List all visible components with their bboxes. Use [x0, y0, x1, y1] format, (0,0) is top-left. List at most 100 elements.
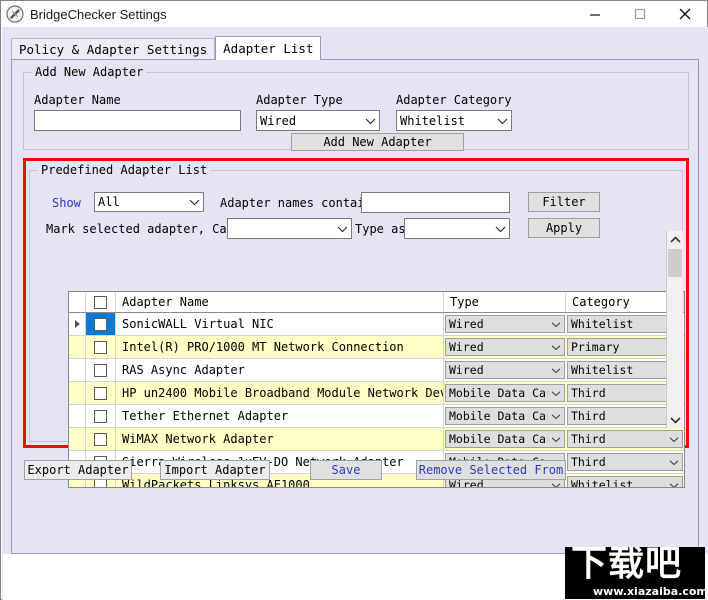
remove-selected-from-button[interactable]: Remove Selected From	[416, 460, 566, 480]
adapter-type-value: Wired	[260, 113, 297, 128]
row-indicator-cell	[69, 382, 86, 404]
add-new-adapter-button[interactable]: Add New Adapter	[291, 133, 464, 151]
import-adapter-button[interactable]: Import Adapter	[160, 460, 270, 480]
bridge-icon	[6, 5, 24, 23]
tab-strip: Policy & Adapter Settings Adapter List	[11, 36, 322, 60]
maximize-button[interactable]	[617, 1, 662, 27]
watermark: 下载吧 www.xiazaiba.com	[565, 547, 705, 599]
cell-type-select-value: Mobile Data Card	[449, 409, 548, 423]
minimize-button[interactable]	[572, 1, 617, 27]
row-checkbox-cell[interactable]	[86, 405, 116, 427]
adapter-name-input[interactable]	[34, 110, 241, 131]
cell-type-select[interactable]: Mobile Data Card	[444, 405, 566, 427]
row-arrow-icon	[74, 320, 80, 328]
chevron-down-icon	[548, 367, 564, 374]
chevron-down-icon	[548, 413, 564, 420]
row-indicator-cell	[69, 359, 86, 381]
filter-button[interactable]: Filter	[528, 192, 600, 212]
row-checkbox[interactable]	[94, 386, 107, 400]
adapter-category-label: Adapter Category	[396, 93, 512, 107]
cell-type-select-value: Wired	[449, 340, 484, 354]
scrollbar-thumb[interactable]	[668, 249, 682, 277]
chevron-down-icon	[361, 117, 379, 125]
cell-category-select[interactable]: Whitelist	[566, 474, 684, 488]
show-filter-select[interactable]: All	[94, 192, 204, 212]
close-button[interactable]	[662, 1, 707, 27]
table-row[interactable]: Tether Ethernet Adapter Mobile Data Card T…	[69, 405, 684, 428]
cell-category-select-value: Third	[571, 432, 606, 446]
current-row-indicator	[69, 313, 86, 335]
chevron-down-icon	[548, 482, 564, 487]
cell-type-select[interactable]: Wired	[444, 359, 566, 381]
row-indicator-cell	[69, 405, 86, 427]
grid-vertical-scrollbar[interactable]	[666, 231, 683, 428]
adapter-type-label: Adapter Type	[256, 93, 343, 107]
adapter-category-select[interactable]: Whitelist	[396, 110, 512, 131]
cell-type-select-value: Wired	[449, 363, 484, 377]
cell-category-select-value: Whitelist	[571, 478, 634, 488]
cell-adapter-name: Tether Ethernet Adapter	[116, 405, 444, 427]
table-row[interactable]: SonicWALL Virtual NIC Wired Whitelist	[69, 313, 684, 336]
table-row[interactable]: WiMAX Network Adapter Mobile Data Card Thi…	[69, 428, 684, 451]
scroll-up-icon[interactable]	[667, 231, 683, 248]
export-adapter-button[interactable]: Export Adapter	[24, 460, 132, 480]
cell-type-select[interactable]: Wired	[444, 336, 566, 358]
row-checkbox[interactable]	[94, 432, 107, 446]
tab-adapter-list[interactable]: Adapter List	[215, 36, 322, 60]
tab-policy-adapter-settings[interactable]: Policy & Adapter Settings	[11, 38, 216, 59]
cell-category-select[interactable]: Third	[566, 451, 684, 473]
cell-type-select-value: Wired	[449, 317, 484, 331]
cell-category-select-value: Third	[571, 386, 606, 400]
row-checkbox-cell[interactable]	[86, 313, 116, 335]
grid-header-row: Adapter Name Type Category	[69, 292, 684, 313]
chevron-down-icon	[548, 390, 564, 397]
row-checkbox-cell[interactable]	[86, 428, 116, 450]
chevron-down-icon	[548, 344, 564, 351]
table-row[interactable]: Intel(R) PRO/1000 MT Network Connection W…	[69, 336, 684, 359]
adapter-category-value: Whitelist	[400, 113, 466, 128]
table-row[interactable]: RAS Async Adapter Wired Whitelist	[69, 359, 684, 382]
cell-type-select[interactable]: Mobile Data Card	[444, 382, 566, 404]
tab-page-adapter-list: Add New Adapter Adapter Name Adapter Typ…	[11, 59, 699, 554]
chevron-down-icon	[666, 482, 682, 487]
watermark-url: www.xiazaiba.com	[593, 585, 705, 598]
cell-adapter-name: RAS Async Adapter	[116, 359, 444, 381]
row-checkbox-cell[interactable]	[86, 336, 116, 358]
cell-category-select[interactable]: Third	[566, 428, 684, 450]
column-header-type[interactable]: Type	[444, 292, 566, 312]
adapter-grid[interactable]: Adapter Name Type Category SonicWALL Vir…	[68, 291, 685, 488]
chevron-down-icon	[548, 436, 564, 443]
select-all-checkbox[interactable]	[94, 295, 107, 309]
table-row[interactable]: HP un2400 Mobile Broadband Module Networ…	[69, 382, 684, 405]
cell-type-select-value: Mobile Data Card	[449, 386, 548, 400]
adapter-names-containing-input[interactable]	[361, 192, 510, 213]
row-checkbox-cell[interactable]	[86, 382, 116, 404]
row-checkbox[interactable]	[94, 363, 107, 377]
chevron-down-icon	[666, 459, 682, 466]
cell-adapter-name: HP un2400 Mobile Broadband Module Networ…	[116, 382, 444, 404]
cell-type-select[interactable]: Mobile Data Card	[444, 428, 566, 450]
group-predefined-adapter-list-highlight: Predefined Adapter List Show All Adapter…	[23, 158, 689, 488]
title-bar: BridgeChecker Settings	[1, 1, 707, 27]
save-button[interactable]: Save	[310, 460, 382, 480]
cell-adapter-name: Intel(R) PRO/1000 MT Network Connection	[116, 336, 444, 358]
cell-type-select-value: Mobile Data Card	[449, 432, 548, 446]
row-checkbox-cell[interactable]	[86, 359, 116, 381]
show-filter-value: All	[98, 195, 120, 209]
adapter-name-label: Adapter Name	[34, 93, 121, 107]
row-checkbox[interactable]	[94, 409, 107, 423]
client-area: Policy & Adapter Settings Adapter List A…	[2, 27, 708, 600]
scroll-down-icon[interactable]	[667, 411, 683, 428]
cell-type-select[interactable]: Wired	[444, 313, 566, 335]
row-indicator-cell	[69, 428, 86, 450]
chevron-down-icon	[548, 321, 564, 328]
row-checkbox[interactable]	[94, 317, 107, 331]
group-predefined-adapter-list: Predefined Adapter List Show All Adapter…	[29, 163, 685, 488]
column-header-adapter-name[interactable]: Adapter Name	[116, 292, 444, 312]
row-checkbox[interactable]	[94, 340, 107, 354]
adapter-type-select[interactable]: Wired	[256, 110, 380, 131]
select-all-checkbox-cell[interactable]	[86, 292, 116, 312]
cell-category-select-value: Whitelist	[571, 363, 634, 377]
adapter-grid-host: Adapter Name Type Category SonicWALL Vir…	[49, 231, 685, 488]
group-add-new-adapter: Add New Adapter Adapter Name Adapter Typ…	[23, 65, 689, 151]
